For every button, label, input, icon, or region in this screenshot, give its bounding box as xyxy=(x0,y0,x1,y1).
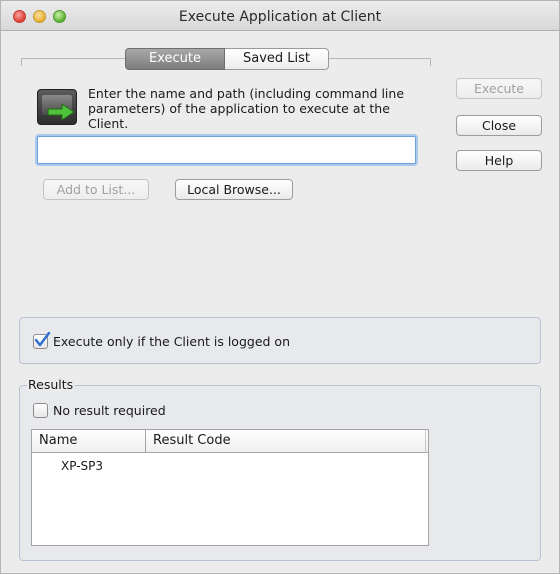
close-button[interactable]: Close xyxy=(456,115,542,136)
tab-divider-left xyxy=(21,58,125,59)
logged-on-checkbox[interactable] xyxy=(33,331,51,349)
table-row-name-cell[interactable]: XP-SP3 xyxy=(61,459,103,473)
logged-on-option-box: Execute only if the Client is logged on xyxy=(19,317,541,364)
column-header-result-code[interactable]: Result Code xyxy=(146,430,426,453)
execute-application-icon xyxy=(37,89,77,125)
results-legend: Results xyxy=(27,377,75,392)
results-table-header: Name Result Code xyxy=(32,430,428,453)
execute-button[interactable]: Execute xyxy=(456,78,542,99)
results-table: Name Result Code XP-SP3 xyxy=(31,429,429,546)
tab-divider-right xyxy=(329,58,431,59)
no-result-required-checkbox[interactable] xyxy=(33,403,48,418)
logged-on-label: Execute only if the Client is logged on xyxy=(53,334,290,349)
tab-saved-list[interactable]: Saved List xyxy=(225,48,329,70)
local-browse-button[interactable]: Local Browse... xyxy=(175,179,293,200)
window-title: Execute Application at Client xyxy=(178,9,382,25)
tab-execute[interactable]: Execute xyxy=(125,48,225,70)
help-button[interactable]: Help xyxy=(456,150,542,171)
no-result-required-label: No result required xyxy=(53,403,166,418)
add-to-list-button[interactable]: Add to List... xyxy=(43,179,149,200)
arrow-right-icon xyxy=(47,103,75,121)
checkmark-icon xyxy=(34,331,51,347)
tab-divider-right-edge xyxy=(430,58,431,66)
title-bar: Execute Application at Client xyxy=(1,1,559,31)
tab-divider-left-edge xyxy=(21,58,22,66)
execute-application-window: Execute Application at Client Execute Sa… xyxy=(0,0,560,574)
application-path-input[interactable] xyxy=(37,136,416,164)
instructions-text: Enter the name and path (including comma… xyxy=(88,86,405,131)
column-header-name[interactable]: Name xyxy=(32,430,146,453)
tab-bar: Execute Saved List xyxy=(125,48,329,70)
